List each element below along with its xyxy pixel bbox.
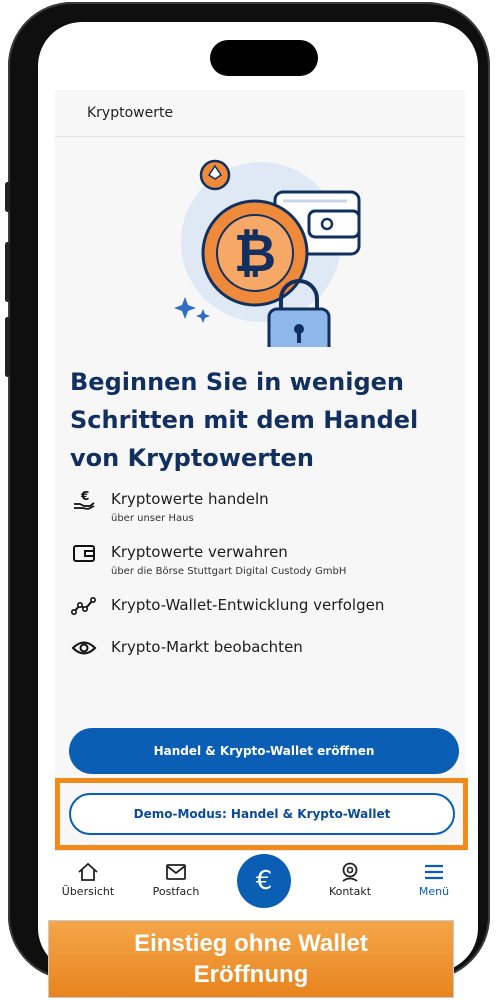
feature-item-trade: € Kryptowerte handeln über unser Haus bbox=[69, 489, 465, 524]
contact-headset-icon bbox=[317, 859, 383, 885]
volume-up-button bbox=[5, 242, 10, 302]
sparkle-icon bbox=[174, 297, 210, 323]
bottom-navigation: Übersicht Postfach € Kontakt Menü bbox=[55, 850, 465, 911]
feature-title: Kryptowerte verwahren bbox=[111, 543, 288, 561]
feature-title: Krypto-Wallet-Entwicklung verfolgen bbox=[111, 596, 385, 614]
page-header: Kryptowerte bbox=[55, 90, 465, 137]
euro-hand-icon: € bbox=[69, 489, 99, 511]
feature-subtitle: über unser Haus bbox=[111, 513, 194, 524]
crypto-illustration: ₿ bbox=[55, 137, 465, 361]
home-icon bbox=[55, 859, 121, 885]
wallet-icon bbox=[69, 542, 99, 564]
nav-item-contact[interactable]: Kontakt bbox=[317, 859, 383, 898]
phone-frame: Kryptowerte ₿ Beginnen Sie in wenigen Sc… bbox=[5, 2, 490, 980]
svg-text:€: € bbox=[80, 489, 89, 503]
nav-label: Postfach bbox=[152, 885, 200, 898]
demo-mode-button[interactable]: Demo-Modus: Handel & Krypto-Wallet bbox=[69, 793, 455, 835]
nav-item-overview[interactable]: Übersicht bbox=[55, 859, 121, 898]
main-headline: Beginnen Sie in wenigen Schritten mit de… bbox=[70, 368, 419, 472]
hamburger-menu-icon bbox=[401, 859, 467, 885]
main-content: Kryptowerte ₿ Beginnen Sie in wenigen Sc… bbox=[55, 90, 468, 850]
annotation-banner: Einstieg ohne Wallet Eröffnung bbox=[48, 920, 454, 998]
banner-line-1: Einstieg ohne Wallet bbox=[134, 930, 368, 957]
feature-item-custody: Kryptowerte verwahren über die Börse Stu… bbox=[69, 542, 465, 577]
feature-item-observe: Krypto-Markt beobachten bbox=[69, 637, 465, 659]
feature-title: Krypto-Markt beobachten bbox=[111, 638, 303, 656]
feature-item-track: Krypto-Wallet-Entwicklung verfolgen bbox=[69, 595, 465, 617]
phone-screen: Kryptowerte ₿ Beginnen Sie in wenigen Sc… bbox=[38, 22, 478, 972]
open-wallet-button[interactable]: Handel & Krypto-Wallet eröffnen bbox=[69, 728, 459, 774]
page-title: Kryptowerte bbox=[87, 105, 174, 121]
nav-item-menu[interactable]: Menü bbox=[401, 859, 467, 898]
svg-text:₿: ₿ bbox=[234, 224, 276, 284]
banner-line-2: Eröffnung bbox=[193, 961, 309, 988]
nav-label: Übersicht bbox=[61, 885, 115, 898]
demo-highlight-frame: Demo-Modus: Handel & Krypto-Wallet bbox=[55, 778, 468, 850]
nav-label: Menü bbox=[418, 885, 450, 898]
eye-icon bbox=[69, 637, 99, 659]
feature-title: Kryptowerte handeln bbox=[111, 490, 269, 508]
nav-label: Kontakt bbox=[328, 885, 372, 898]
volume-down-button bbox=[5, 317, 10, 377]
euro-action-button[interactable]: € bbox=[237, 854, 291, 908]
mail-icon bbox=[143, 859, 209, 885]
mute-switch bbox=[5, 182, 10, 212]
feature-list: € Kryptowerte handeln über unser Haus Kr… bbox=[55, 489, 465, 659]
dynamic-island bbox=[210, 40, 318, 76]
nav-item-inbox[interactable]: Postfach bbox=[143, 859, 209, 898]
bitcoin-coin-icon: ₿ bbox=[201, 199, 309, 307]
ethereum-coin-icon bbox=[199, 159, 231, 191]
chart-line-icon bbox=[69, 595, 99, 617]
feature-subtitle: über die Börse Stuttgart Digital Custody… bbox=[111, 566, 347, 577]
